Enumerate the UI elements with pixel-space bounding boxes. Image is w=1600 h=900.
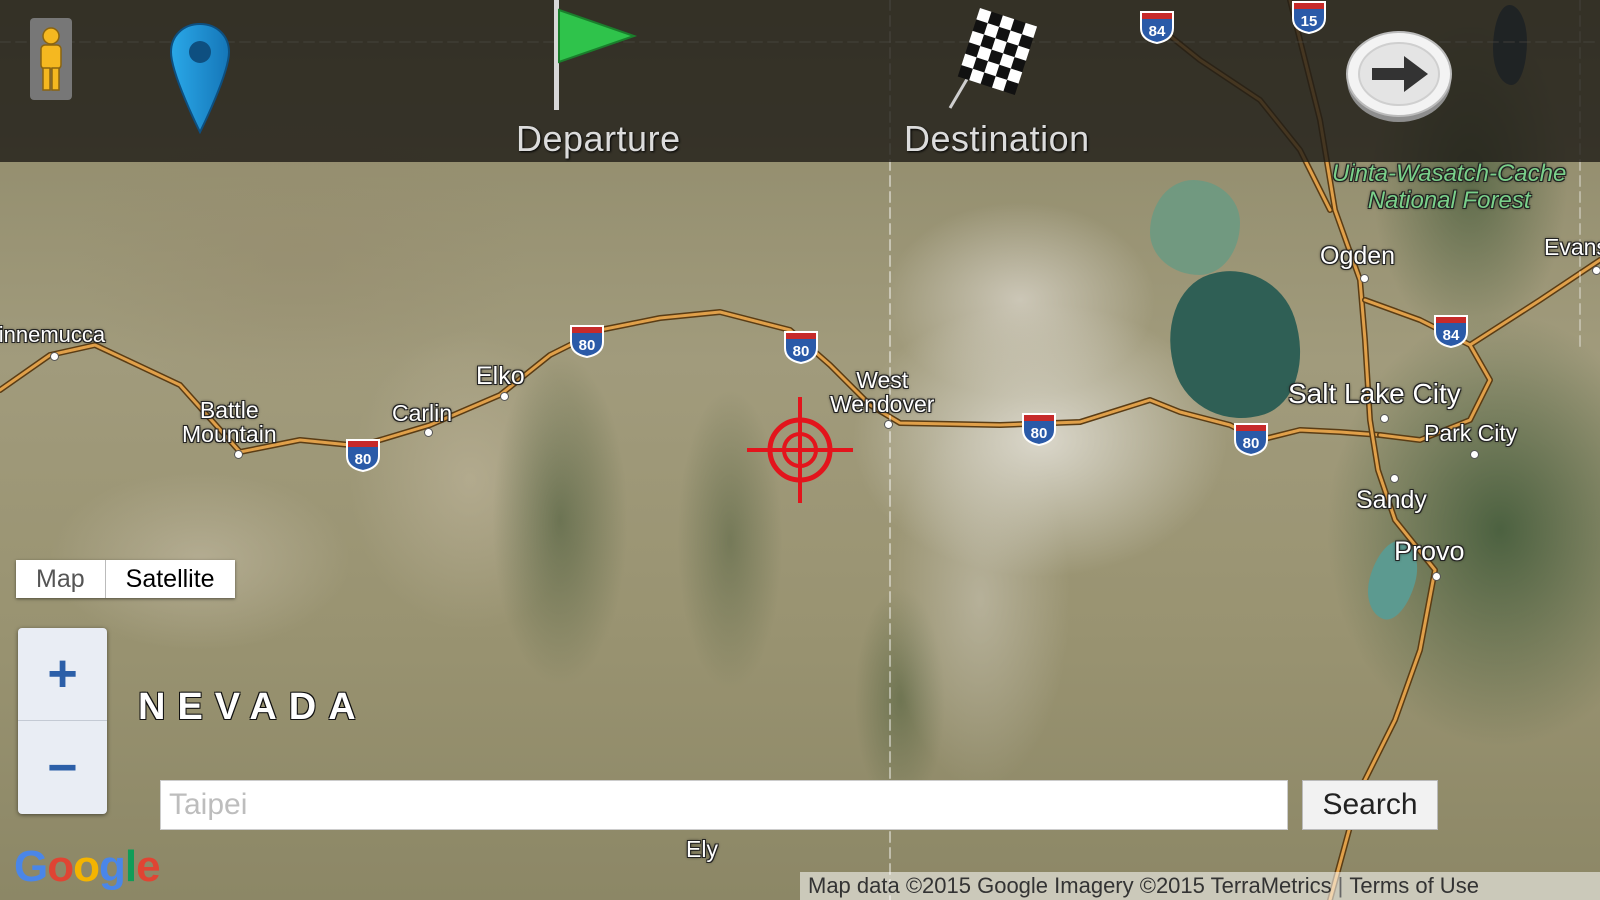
interstate-80-shield: 80 (346, 439, 380, 472)
svg-text:15: 15 (1301, 13, 1318, 30)
interstate-15-shield: 15 (1292, 1, 1326, 34)
town-dot (1432, 572, 1441, 581)
interstate-80-shield: 80 (1022, 413, 1056, 446)
svg-text:80: 80 (1031, 425, 1048, 442)
town-dot (50, 352, 59, 361)
town-dot (424, 428, 433, 437)
label-west: West (856, 367, 909, 393)
label-carlin: Carlin (392, 400, 453, 426)
crosshair-icon[interactable] (745, 395, 855, 505)
town-dot (500, 392, 509, 401)
go-button[interactable] (1344, 28, 1454, 124)
arrow-right-icon (1346, 31, 1452, 122)
label-provo: Provo (1394, 536, 1465, 566)
zoom-control: + − (18, 628, 107, 814)
interstate-80-shield: 80 (1234, 423, 1268, 456)
map-pin-icon[interactable] (168, 22, 232, 134)
label-elko: Elko (476, 362, 525, 390)
departure-label[interactable]: Departure (516, 118, 681, 160)
attribution-text: Map data ©2015 Google Imagery ©2015 Terr… (808, 873, 1332, 898)
terms-of-use-link[interactable]: Terms of Use (1349, 873, 1479, 898)
label-evanston: Evans (1544, 234, 1600, 260)
town-dot (1470, 450, 1479, 459)
town-dot (1592, 266, 1600, 275)
svg-text:80: 80 (355, 451, 372, 468)
search-input[interactable] (160, 780, 1288, 830)
label-ely: Ely (686, 836, 718, 862)
label-forest: Uinta-Wasatch-Cache National Forest (1332, 160, 1566, 214)
pegman-icon[interactable] (30, 18, 72, 100)
label-battle: Battle (199, 397, 259, 423)
map-type-satellite-button[interactable]: Satellite (104, 560, 235, 598)
interstate-84-shield: 84 (1140, 11, 1174, 44)
label-mountain: Mountain (182, 421, 277, 447)
map-attribution: Map data ©2015 Google Imagery ©2015 Terr… (800, 872, 1600, 900)
checkered-flag-icon[interactable] (940, 0, 1060, 112)
plus-icon: + (47, 645, 78, 703)
destination-label[interactable]: Destination (904, 118, 1090, 160)
town-dot (234, 450, 243, 459)
label-forest-line2: National Forest (1367, 187, 1531, 214)
interstate-80-shield: 80 (784, 331, 818, 364)
interstate-84-shield: 84 (1434, 315, 1468, 348)
svg-text:80: 80 (1243, 435, 1260, 452)
top-toolbar: Departure Destination 84 15 (0, 0, 1600, 162)
label-ogden: Ogden (1320, 242, 1396, 270)
search-button[interactable]: Search (1302, 780, 1438, 830)
map-type-toggle: Map Satellite (16, 560, 235, 598)
town-dot (1360, 274, 1369, 283)
zoom-in-button[interactable]: + (18, 628, 107, 721)
zoom-out-button[interactable]: − (18, 722, 107, 814)
label-park-city: Park City (1424, 420, 1518, 446)
svg-text:80: 80 (579, 337, 596, 354)
svg-text:84: 84 (1443, 327, 1460, 344)
label-forest-line1: Uinta-Wasatch-Cache (1332, 160, 1567, 187)
interstate-80-shield: 80 (570, 325, 604, 358)
svg-text:84: 84 (1149, 23, 1166, 40)
label-salt-lake-city: Salt Lake City (1288, 378, 1461, 409)
state-label-nevada: NEVADA (138, 686, 368, 728)
label-battle-mountain: Battle Mountain (182, 398, 277, 446)
green-flag-icon[interactable] (552, 0, 642, 112)
label-winnemucca: Winnemucca (0, 322, 106, 347)
label-sandy: Sandy (1356, 486, 1427, 514)
minus-icon: − (47, 739, 78, 797)
town-dot (884, 420, 893, 429)
google-logo: Google (14, 842, 161, 891)
svg-text:80: 80 (793, 343, 810, 360)
town-dot (1380, 414, 1389, 423)
town-dot (1390, 474, 1399, 483)
map-type-map-button[interactable]: Map (16, 560, 105, 598)
